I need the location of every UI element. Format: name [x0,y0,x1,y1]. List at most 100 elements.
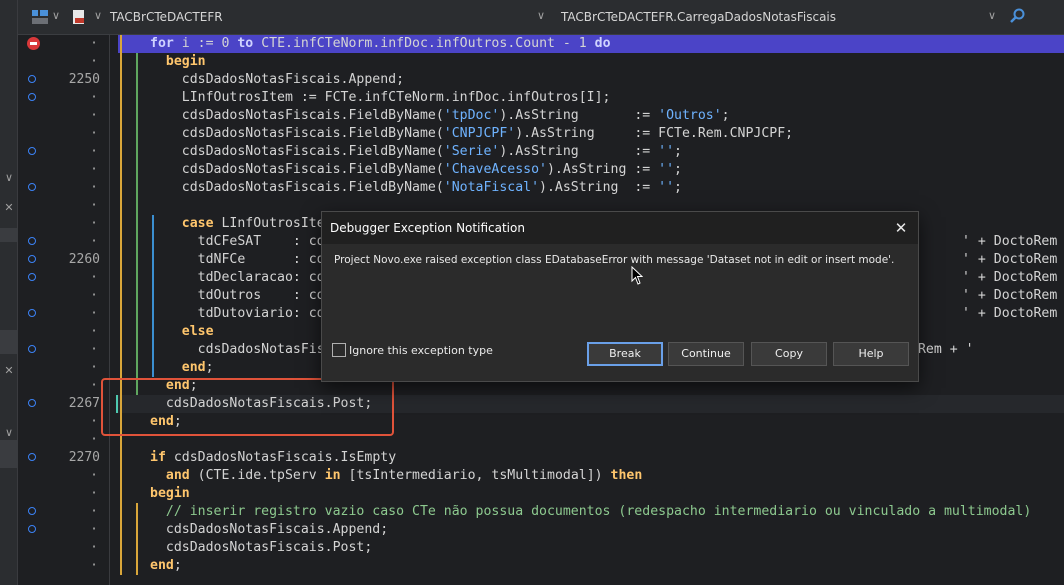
code-line[interactable]: case LInfOutrosItem. [150,215,341,233]
gutter-row[interactable]: · [18,35,110,53]
code-token: ; [721,108,730,123]
gutter-row[interactable]: · [18,143,110,161]
executable-line-icon[interactable] [28,183,36,191]
chevron-down-icon[interactable]: ∨ [0,171,18,184]
executable-line-icon[interactable] [28,399,36,407]
code-line[interactable]: cdsDadosNotasFiscais.Append; [150,71,404,89]
executable-line-icon[interactable] [28,255,36,263]
gutter-row[interactable]: 2250 [18,71,110,89]
gutter-row[interactable]: · [18,197,110,215]
code-line[interactable]: else [150,323,214,341]
code-line[interactable]: end; [150,359,214,377]
gutter-row[interactable]: · [18,485,110,503]
line-dot: · [90,162,98,177]
code-line[interactable]: // inserir registro vazio caso CTe não p… [150,503,1031,521]
structure-icon[interactable] [32,10,48,28]
gutter-row[interactable]: · [18,323,110,341]
executable-line-icon[interactable] [28,453,36,461]
code-line[interactable]: cdsDadosNotasFiscais.FieldByName('tpDoc'… [150,107,730,125]
executable-line-icon[interactable] [28,147,36,155]
gutter-row[interactable]: · [18,557,110,575]
gutter-row[interactable]: · [18,161,110,179]
code-token: ).AsString := [499,144,659,159]
gutter-row[interactable]: · [18,431,110,449]
code-token: in [324,468,349,483]
executable-line-icon[interactable] [28,75,36,83]
gutter-row[interactable]: · [18,215,110,233]
gutter-row[interactable]: · [18,107,110,125]
chevron-down-icon[interactable]: ∨ [94,9,102,22]
help-button[interactable]: Help [833,342,909,366]
code-line[interactable]: cdsDadosNotasFisca [150,341,341,359]
executable-line-icon[interactable] [28,273,36,281]
code-line[interactable]: for i := 0 to CTE.infCTeNorm.infDoc.infO… [118,35,1064,53]
executable-line-icon[interactable] [28,237,36,245]
executable-line-icon[interactable] [28,525,36,533]
executable-line-icon[interactable] [28,93,36,101]
line-number: 2270 [68,450,100,465]
chevron-down-icon[interactable]: ∨ [537,9,545,22]
ignore-exception-checkbox[interactable] [332,343,346,357]
gutter-row[interactable]: 2260 [18,251,110,269]
gutter-row[interactable]: · [18,539,110,557]
break-button[interactable]: Break [587,342,663,366]
code-line[interactable]: cdsDadosNotasFiscais.FieldByName('Serie'… [150,143,682,161]
code-line[interactable]: if cdsDadosNotasFiscais.IsEmpty [150,449,396,467]
strip-band [0,330,18,354]
copy-button[interactable]: Copy [751,342,827,366]
unit-combo[interactable]: TACBrCTeDACTEFR [110,10,223,24]
code-line[interactable]: and (CTE.ide.tpServ in [tsIntermediario,… [150,467,642,485]
code-line[interactable]: tdNFCe : cdsD [150,251,341,269]
gutter-row[interactable]: · [18,521,110,539]
code-line[interactable]: cdsDadosNotasFiscais.FieldByName('ChaveA… [150,161,682,179]
code-line[interactable]: tdDeclaracao: cdsD [150,269,341,287]
gutter-row[interactable]: · [18,179,110,197]
gutter-row[interactable]: · [18,125,110,143]
gutter-row[interactable]: 2270 [18,449,110,467]
gutter-row[interactable]: · [18,413,110,431]
gutter-row[interactable]: · [18,467,110,485]
close-icon[interactable]: ✕ [0,201,18,214]
close-icon[interactable]: ✕ [0,364,18,377]
search-icon[interactable] [1010,8,1026,27]
gutter-row[interactable]: · [18,305,110,323]
code-line[interactable]: tdOutros : cdsD [150,287,341,305]
executable-line-icon[interactable] [28,309,36,317]
code-line[interactable]: cdsDadosNotasFiscais.Post; [150,539,372,557]
gutter-row[interactable]: · [18,377,110,395]
code-token: do [594,36,611,51]
gutter-row[interactable]: · [18,269,110,287]
code-line[interactable]: begin [150,53,206,71]
chevron-down-icon[interactable]: ∨ [52,9,60,22]
code-line[interactable]: tdDutoviario: cdsD [150,305,341,323]
gutter-row[interactable]: · [18,287,110,305]
code-line[interactable]: cdsDadosNotasFiscais.FieldByName('NotaFi… [150,179,682,197]
gutter-row[interactable]: · [18,503,110,521]
chevron-down-icon[interactable]: ∨ [988,9,996,22]
executable-line-icon[interactable] [28,345,36,353]
code-line[interactable]: end; [150,557,182,575]
gutter-row[interactable]: · [18,89,110,107]
method-combo[interactable]: TACBrCTeDACTEFR.CarregaDadosNotasFiscais [561,10,836,24]
executable-line-icon[interactable] [28,507,36,515]
code-line[interactable]: tdCFeSAT : cdsD [150,233,341,251]
gutter-row[interactable]: · [18,359,110,377]
gutter-row[interactable]: 2267 [18,395,110,413]
line-dot: · [90,216,98,231]
gutter-row[interactable]: · [18,53,110,71]
code-line[interactable]: begin [150,485,190,503]
breakpoint-icon[interactable] [27,37,40,50]
code-line[interactable]: LInfOutrosItem := FCTe.infCTeNorm.infDoc… [150,89,611,107]
gutter-row[interactable]: · [18,233,110,251]
code-line[interactable]: cdsDadosNotasFiscais.Append; [150,521,388,539]
gutter-row[interactable]: · [18,341,110,359]
ignore-exception-label: Ignore this exception type [349,344,493,357]
line-number: 2267 [68,396,100,411]
chevron-down-icon[interactable]: ∨ [0,426,18,439]
continue-button[interactable]: Continue [668,342,744,366]
code-fragment: ' + DoctoRem [962,288,1058,303]
code-token: 'Outros' [658,108,722,123]
code-token: cdsDadosNotasFiscais.FieldByName( [150,180,444,195]
code-line[interactable]: cdsDadosNotasFiscais.FieldByName('CNPJCP… [150,125,793,143]
close-icon[interactable]: ✕ [892,219,910,237]
